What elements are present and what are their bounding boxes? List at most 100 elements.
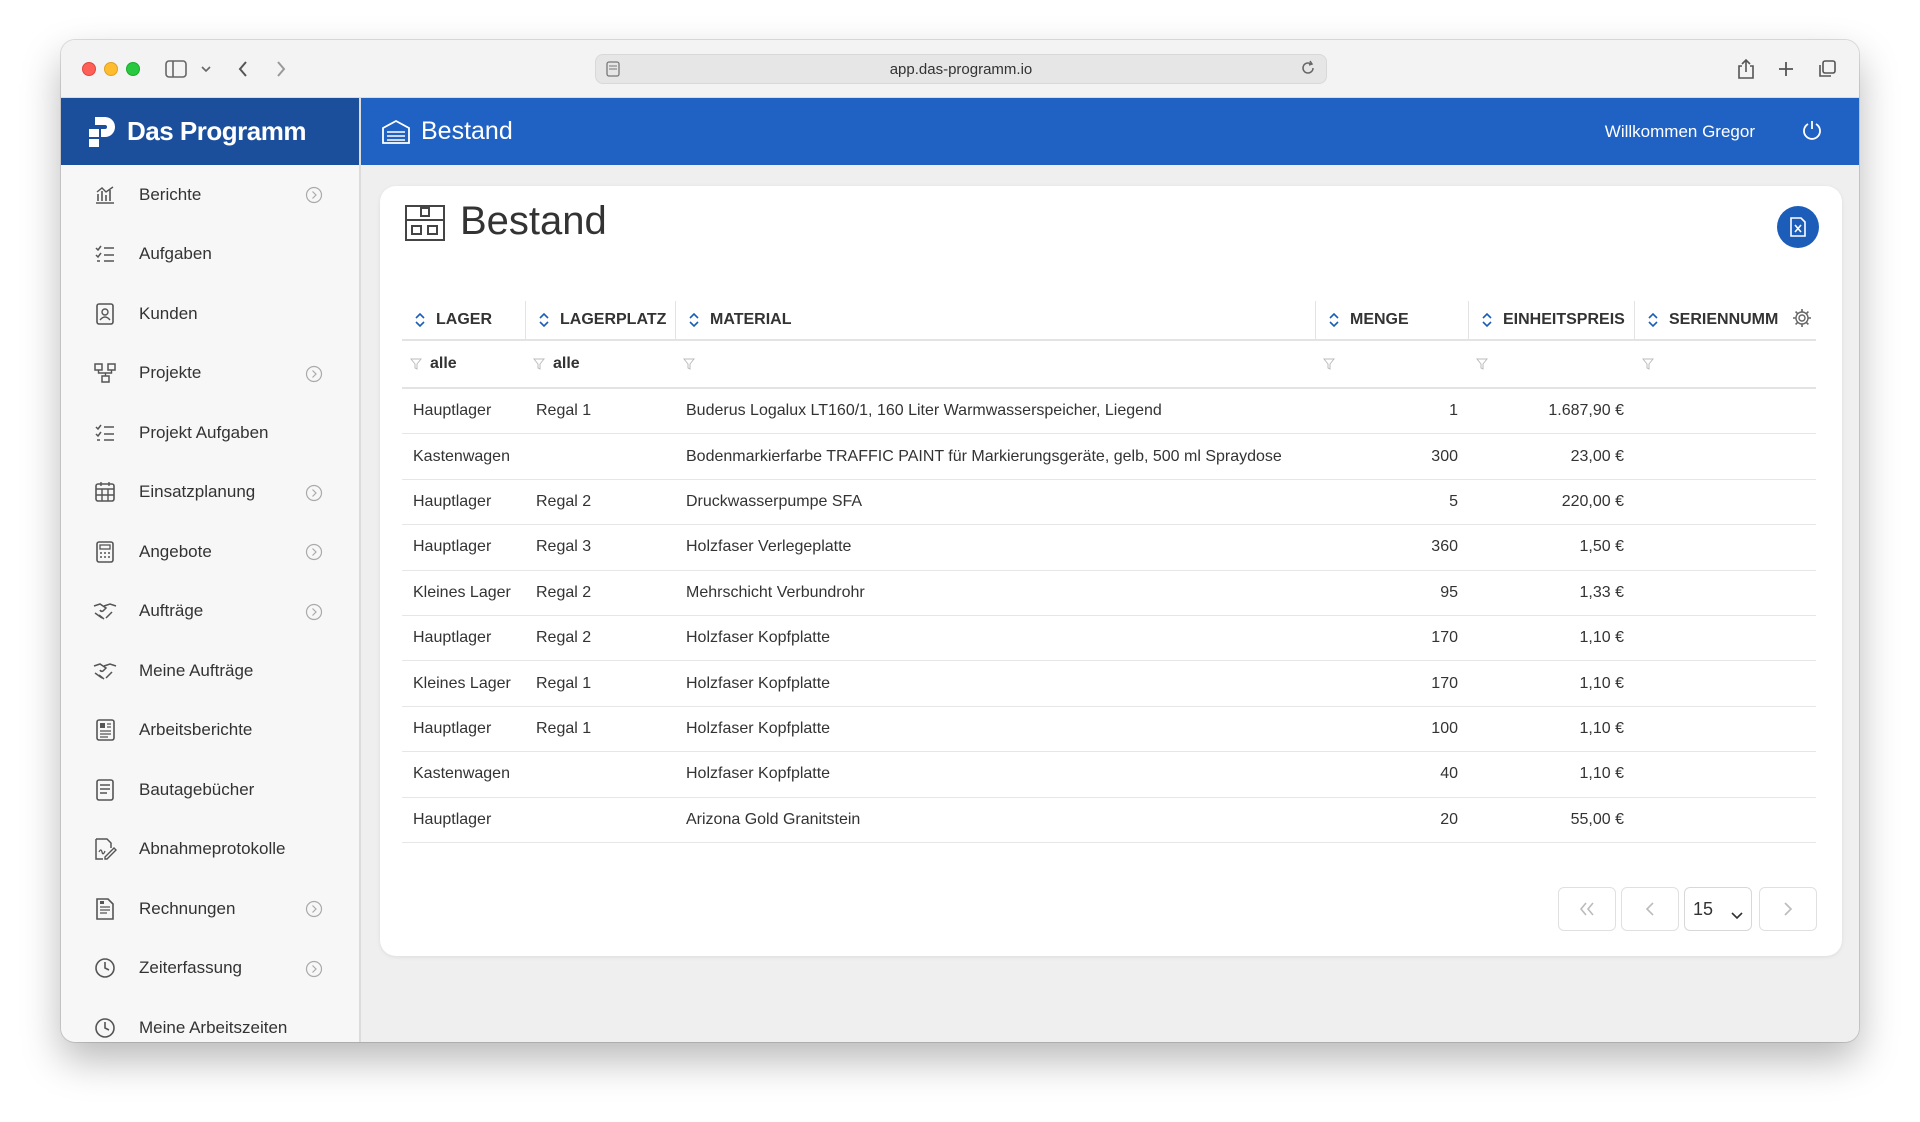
url-text: app.das-programm.io — [889, 60, 1033, 78]
sort-icon[interactable] — [414, 312, 426, 328]
tab-overview-icon[interactable] — [1817, 56, 1837, 82]
sort-icon[interactable] — [1481, 312, 1493, 328]
sidebar-toggle-icon[interactable] — [165, 56, 187, 82]
chevron-down-icon[interactable] — [201, 56, 211, 82]
calculator-icon — [93, 540, 117, 564]
table-row[interactable]: Hauptlager Regal 1 Buderus Logalux LT160/1… — [402, 389, 1816, 435]
sidebar-item-rechnungen[interactable]: Rechnungen — [61, 879, 359, 939]
forward-icon[interactable] — [275, 56, 287, 82]
expand-chevron-icon[interactable] — [305, 543, 323, 566]
cell-platz: Regal 2 — [536, 492, 592, 510]
sidebar-item-einsatzplanung[interactable]: Einsatzplanung — [61, 463, 359, 523]
back-icon[interactable] — [237, 56, 249, 82]
expand-chevron-icon[interactable] — [305, 484, 323, 507]
sidebar-item-meine-arbeitszeiten[interactable]: Meine Arbeitszeiten — [61, 998, 359, 1042]
clock-icon — [93, 956, 117, 980]
sort-icon[interactable] — [1647, 312, 1659, 328]
site-settings-icon[interactable] — [606, 61, 620, 81]
table-row[interactable]: Kastenwagen Bodenmarkierfarbe TRAFFIC PAI… — [402, 434, 1816, 480]
table-row[interactable]: Hauptlager Regal 1 Holzfaser Kopfplatte 100… — [402, 707, 1816, 753]
brand-logo[interactable]: Das Programm — [61, 98, 359, 165]
calendar-icon — [93, 480, 117, 504]
table-row[interactable]: Kleines Lager Regal 1 Holzfaser Kopfplatte… — [402, 661, 1816, 707]
sidebar-item-aufträge[interactable]: Aufträge — [61, 582, 359, 642]
sidebar-item-label: Projekte — [139, 363, 202, 383]
cell-serie — [1634, 480, 1816, 524]
book-icon — [93, 778, 117, 802]
sort-icon[interactable] — [538, 312, 550, 328]
cell-lager: Hauptlager — [413, 719, 492, 737]
column-settings-gear-icon[interactable] — [1792, 308, 1812, 333]
first-page-button[interactable] — [1558, 887, 1616, 931]
cell-serie — [1634, 661, 1816, 705]
sidebar-item-abnahmeprotokolle[interactable]: Abnahmeprotokolle — [61, 820, 359, 880]
export-excel-button[interactable] — [1777, 206, 1819, 248]
handshake-icon — [93, 599, 117, 623]
reload-icon[interactable] — [1300, 60, 1316, 80]
table-row[interactable]: Kastenwagen Holzfaser Kopfplatte 40 1,10 € — [402, 752, 1816, 798]
address-bar[interactable]: app.das-programm.io — [595, 54, 1327, 84]
cell-platz: Regal 3 — [536, 538, 592, 556]
filter-lager[interactable]: alle — [402, 341, 525, 387]
sidebar-item-kunden[interactable]: Kunden — [61, 284, 359, 344]
filter-material[interactable] — [675, 341, 1315, 387]
table-row[interactable]: Kleines Lager Regal 2 Mehrschicht Verbundr… — [402, 571, 1816, 616]
column-header-label: LAGER — [436, 311, 492, 328]
sidebar-item-label: Projekt Aufgaben — [139, 422, 269, 442]
welcome-text[interactable]: Willkommen Gregor — [1605, 122, 1755, 142]
signature-icon — [93, 837, 117, 861]
filter-menge[interactable] — [1315, 341, 1468, 387]
sidebar-item-angebote[interactable]: Angebote — [61, 522, 359, 582]
column-header-material[interactable]: MATERIAL — [675, 301, 1315, 339]
contact-icon — [93, 302, 117, 326]
maximize-window-button[interactable] — [126, 62, 140, 76]
page-size-value: 15 — [1693, 898, 1714, 919]
cell-menge: 95 — [1440, 583, 1458, 601]
expand-chevron-icon[interactable] — [305, 365, 323, 388]
sidebar-item-berichte[interactable]: Berichte — [61, 165, 359, 225]
sidebar-item-aufgaben[interactable]: Aufgaben — [61, 225, 359, 285]
expand-chevron-icon[interactable] — [305, 960, 323, 983]
table-row[interactable]: Hauptlager Regal 2 Holzfaser Kopfplatte 170… — [402, 616, 1816, 662]
sort-icon[interactable] — [688, 312, 700, 328]
logout-power-icon[interactable] — [1801, 119, 1823, 146]
cell-lager: Kastenwagen — [413, 765, 510, 783]
sidebar-item-projekt-aufgaben[interactable]: Projekt Aufgaben — [61, 403, 359, 463]
cell-preis: 1,10 € — [1579, 629, 1624, 647]
filter-lagerplatz[interactable]: alle — [525, 341, 675, 387]
sidebar-item-zeiterfassung[interactable]: Zeiterfassung — [61, 939, 359, 999]
prev-page-button[interactable] — [1621, 887, 1679, 931]
share-icon[interactable] — [1737, 56, 1755, 82]
cell-lager: Kleines Lager — [413, 583, 511, 601]
inventory-table: LAGER LAGERPLATZ MATERIAL MENGE EINHEITSPREI… — [402, 301, 1816, 843]
expand-chevron-icon[interactable] — [305, 603, 323, 626]
header-title: Bestand — [421, 117, 513, 145]
table-row[interactable]: Hauptlager Regal 3 Holzfaser Verlegeplatte… — [402, 525, 1816, 571]
sidebar-item-label: Rechnungen — [139, 898, 236, 918]
close-window-button[interactable] — [82, 62, 96, 76]
expand-chevron-icon[interactable] — [305, 186, 323, 209]
new-tab-icon[interactable] — [1777, 56, 1795, 82]
column-header-lagerplatz[interactable]: LAGERPLATZ — [525, 301, 675, 339]
column-header-menge[interactable]: MENGE — [1315, 301, 1468, 339]
sidebar-item-meine-aufträge[interactable]: Meine Aufträge — [61, 641, 359, 701]
column-header-lager[interactable]: LAGER — [402, 301, 525, 339]
filter-einheitspreis[interactable] — [1468, 341, 1634, 387]
next-page-button[interactable] — [1759, 887, 1817, 931]
shelf-icon — [405, 204, 445, 241]
table-row[interactable]: Hauptlager Regal 2 Druckwasserpumpe SFA 5 22… — [402, 480, 1816, 526]
expand-chevron-icon[interactable] — [305, 900, 323, 923]
sidebar-item-bautagebücher[interactable]: Bautagebücher — [61, 760, 359, 820]
report-icon — [93, 718, 117, 742]
sidebar-item-arbeitsberichte[interactable]: Arbeitsberichte — [61, 701, 359, 761]
cell-serie — [1634, 389, 1816, 433]
table-row[interactable]: Hauptlager Arizona Gold Granitstein 20 55,0… — [402, 798, 1816, 843]
sort-icon[interactable] — [1328, 312, 1340, 328]
sidebar-item-projekte[interactable]: Projekte — [61, 344, 359, 404]
page-size-select[interactable]: 15 — [1684, 887, 1752, 931]
cell-platz — [525, 798, 675, 842]
filter-seriennummer[interactable] — [1634, 341, 1816, 387]
column-header-einheitspreis[interactable]: EINHEITSPREIS — [1468, 301, 1634, 339]
minimize-window-button[interactable] — [104, 62, 118, 76]
column-header-seriennumm[interactable]: SERIENNUMM — [1634, 301, 1816, 339]
